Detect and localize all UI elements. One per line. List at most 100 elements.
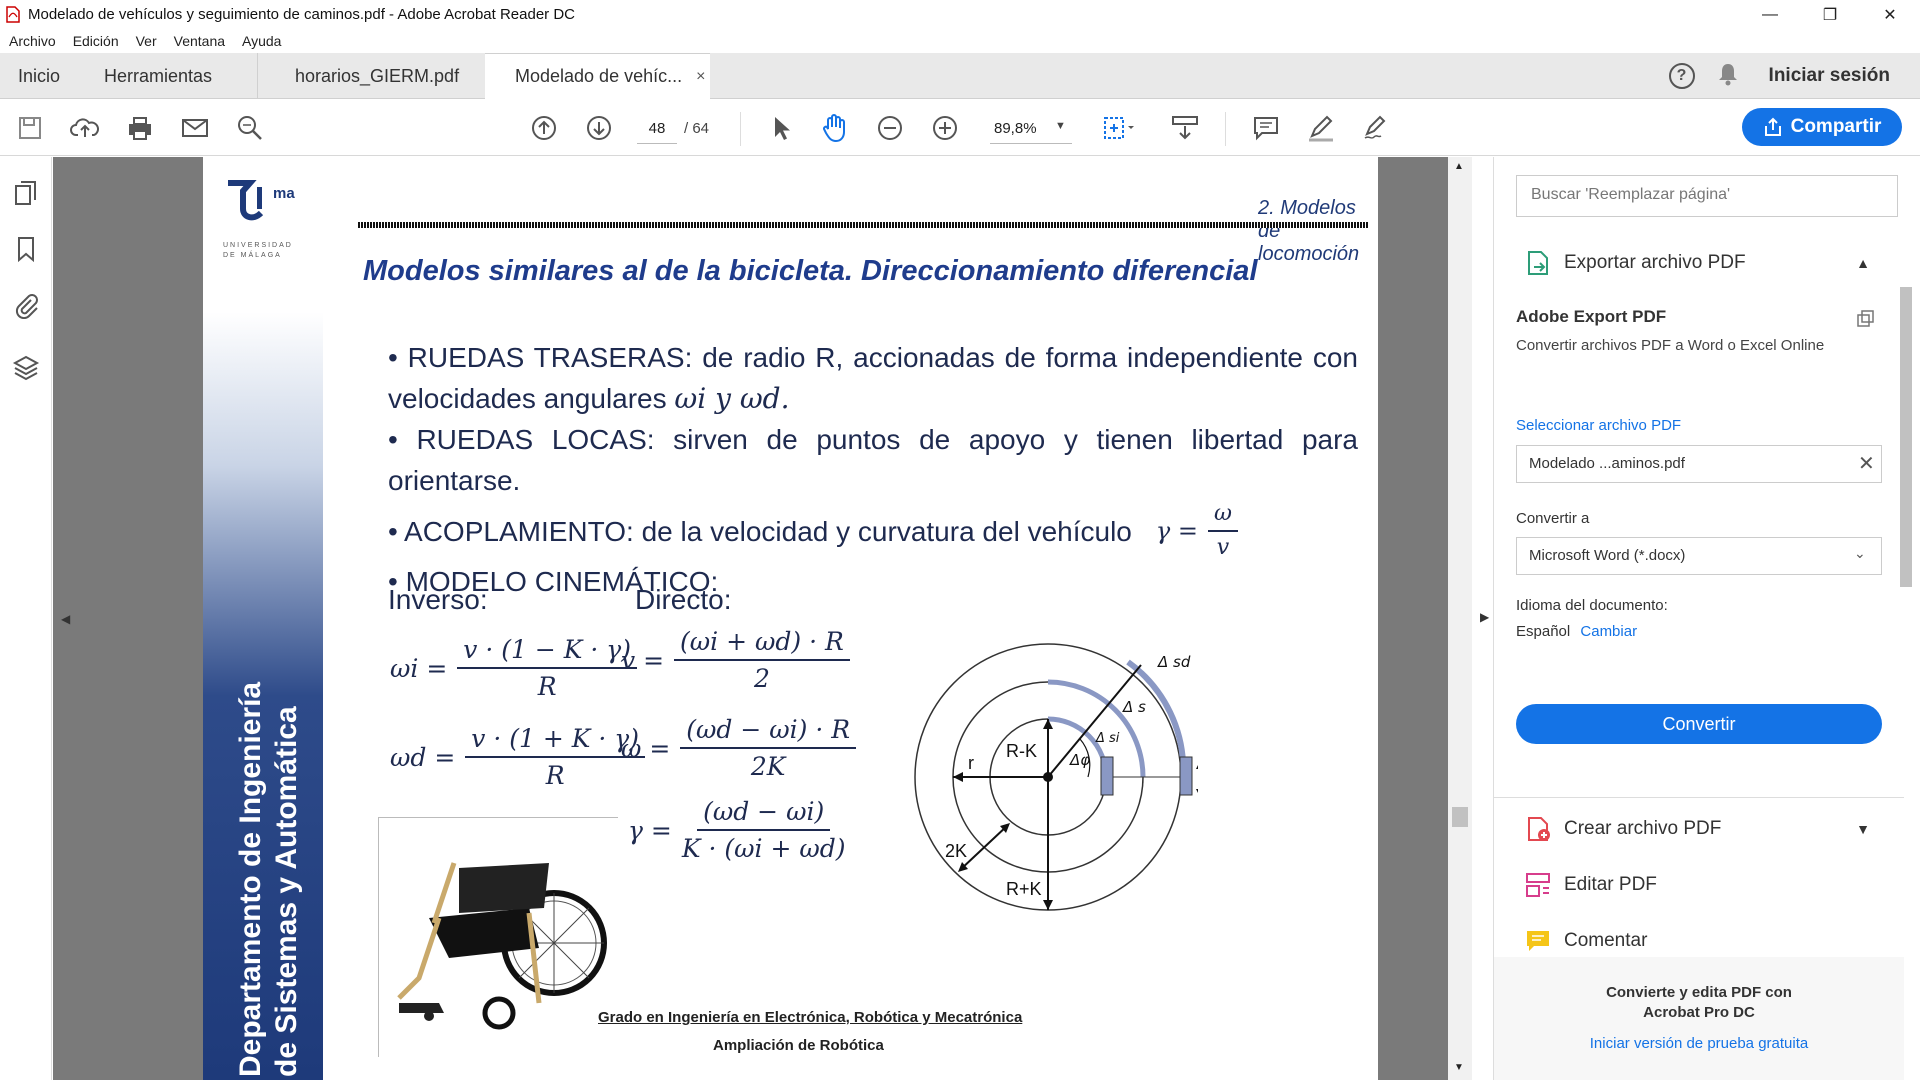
bullet-3-fraction: ω v (1207, 501, 1238, 561)
equation-omega-i: ωi = v · (1 − K · γ) R (390, 635, 637, 701)
previous-page-icon[interactable] (526, 110, 562, 146)
tab-modelado[interactable]: Modelado de vehíc... × (485, 53, 710, 99)
save-icon[interactable] (12, 110, 48, 146)
bullet-4: • MODELO CINEMÁTICO: (388, 566, 719, 597)
upload-cloud-icon[interactable] (67, 110, 103, 146)
menu-ver[interactable]: Ver (136, 33, 157, 49)
comment-icon[interactable] (1248, 110, 1284, 146)
print-icon[interactable] (122, 110, 158, 146)
bullet-1-math: ωi y ωd. (674, 382, 790, 415)
clear-file-icon[interactable]: ✕ (1858, 451, 1875, 476)
bullet-3: • ACOPLAMIENTO: de la velocidad y curvat… (388, 501, 1358, 561)
selected-file-value: Modelado ...aminos.pdf (1529, 455, 1685, 472)
collapse-left-pane-icon[interactable]: ◀ (61, 612, 70, 626)
equation-omega-d: ωd = v · (1 + K · γ) R (390, 724, 645, 790)
page-number-input[interactable]: 48 (637, 114, 677, 144)
collapse-export-chevron-icon[interactable]: ▲ (1856, 255, 1870, 271)
create-pdf-item[interactable]: Crear archivo PDF (1524, 815, 1721, 843)
label-r-minus-k: R-K (1006, 741, 1037, 761)
restore-button[interactable]: ❐ (1800, 0, 1860, 29)
label-delta-sd: Δ sd (1157, 653, 1191, 671)
close-tab-icon[interactable]: × (696, 68, 705, 86)
eq-wd-num: v · (1 + K · γ) (465, 724, 645, 758)
eq-wi-den: R (537, 672, 557, 701)
collapse-right-pane-icon[interactable]: ▶ (1480, 610, 1489, 624)
menu-ventana[interactable]: Ventana (174, 33, 225, 49)
format-dropdown-chevron-icon[interactable]: ⌄ (1854, 545, 1866, 562)
share-button[interactable]: Compartir (1742, 108, 1902, 146)
change-language-link[interactable]: Cambiar (1580, 623, 1637, 640)
bullet-3-numerator: ω (1207, 501, 1238, 532)
menu-bar: Archivo Edición Ver Ventana Ayuda (0, 29, 1920, 53)
create-pdf-label: Crear archivo PDF (1564, 818, 1722, 839)
select-cursor-icon[interactable] (763, 110, 799, 146)
menu-archivo[interactable]: Archivo (9, 33, 56, 49)
bookmarks-icon[interactable] (12, 235, 40, 263)
eq-v-lhs: v = (621, 645, 665, 675)
copy-icon[interactable] (1856, 309, 1876, 334)
scroll-mode-icon[interactable] (1167, 110, 1203, 146)
comment-item[interactable]: Comentar (1524, 927, 1647, 955)
comment-label: Comentar (1564, 930, 1648, 951)
menu-ayuda[interactable]: Ayuda (242, 33, 281, 49)
next-page-icon[interactable] (581, 110, 617, 146)
scroll-down-icon[interactable]: ▼ (1454, 1062, 1464, 1073)
page-thumbnails-icon[interactable] (12, 179, 40, 207)
select-file-link[interactable]: Seleccionar archivo PDF (1516, 417, 1681, 434)
expand-create-chevron-icon[interactable]: ▼ (1856, 821, 1870, 837)
tab-horarios-label: horarios_GIERM.pdf (295, 65, 460, 86)
left-navigation-rail (0, 157, 52, 1080)
wheelchair-image (378, 817, 618, 1057)
tab-herramientas[interactable]: Herramientas (104, 53, 212, 99)
adobe-export-heading: Adobe Export PDF (1516, 307, 1667, 326)
tab-inicio[interactable]: Inicio (18, 53, 60, 99)
promo-text: Convierte y edita PDF con Acrobat Pro DC (1606, 984, 1792, 1021)
tab-modelado-label: Modelado de vehíc... (515, 66, 683, 86)
department-name: Departamento de Ingeniería de Sistemas y… (233, 657, 305, 1077)
eq-wd-lhs: ωd = (390, 742, 456, 772)
label-r-plus-k: R+K (1006, 879, 1042, 899)
layers-icon[interactable] (12, 353, 40, 381)
hand-tool-icon[interactable] (817, 110, 853, 146)
minimize-button[interactable]: — (1740, 0, 1800, 29)
menu-edicion[interactable]: Edición (73, 33, 119, 49)
convert-button[interactable]: Convertir (1516, 704, 1882, 744)
tab-horarios[interactable]: horarios_GIERM.pdf (295, 53, 459, 99)
scroll-up-icon[interactable]: ▲ (1454, 161, 1464, 172)
tools-pane: Buscar 'Reemplazar página' Exportar arch… (1493, 157, 1920, 1080)
document-scrollbar[interactable]: ▲ ▼ (1448, 157, 1472, 1080)
eq-w-den: 2K (750, 752, 786, 781)
help-icon[interactable]: ? (1668, 63, 1695, 89)
equation-gamma: γ = (ωd − ωi) K · (ωi + ωd) (628, 797, 845, 863)
sign-in-link[interactable]: Iniciar sesión (1769, 65, 1890, 87)
zoom-in-icon[interactable] (927, 110, 963, 146)
free-trial-link[interactable]: Iniciar versión de prueba gratuita (1494, 1035, 1904, 1052)
eq-wd-den: R (545, 761, 565, 790)
eq-v-den: 2 (753, 664, 770, 693)
format-select[interactable]: Microsoft Word (*.docx) (1516, 537, 1882, 575)
bullet-1: • RUEDAS TRASERAS: de radio R, accionada… (388, 337, 1358, 419)
close-window-button[interactable]: ✕ (1860, 0, 1920, 29)
attachments-icon[interactable] (12, 291, 40, 320)
document-viewport[interactable]: ◀ ma UNIVERSIDAD DE MÁLAGA Departamento … (53, 157, 1457, 1080)
tools-pane-scrollbar[interactable] (1897, 257, 1915, 827)
sign-icon[interactable] (1358, 110, 1394, 146)
search-icon[interactable] (232, 110, 268, 146)
page-fit-icon[interactable] (1100, 110, 1136, 146)
direct-label: Directo: (635, 584, 732, 615)
pdf-page: ma UNIVERSIDAD DE MÁLAGA Departamento de… (203, 157, 1378, 1080)
zoom-out-icon[interactable] (872, 110, 908, 146)
selected-file-field[interactable]: Modelado ...aminos.pdf (1516, 445, 1882, 483)
bullet-2: • RUEDAS LOCAS: sirven de puntos de apoy… (388, 424, 1358, 496)
email-icon[interactable] (177, 110, 213, 146)
share-icon (1764, 117, 1781, 136)
notifications-bell-icon[interactable] (1717, 62, 1739, 91)
edit-pdf-item[interactable]: Editar PDF (1524, 871, 1657, 899)
tools-search-input[interactable]: Buscar 'Reemplazar página' (1516, 175, 1898, 217)
zoom-dropdown-chevron-icon[interactable]: ▼ (1055, 120, 1066, 132)
scroll-thumb[interactable] (1452, 807, 1468, 827)
export-description: Convertir archivos PDF a Word o Excel On… (1516, 337, 1825, 354)
highlight-pen-icon[interactable] (1303, 110, 1339, 146)
export-pdf-header[interactable]: Exportar archivo PDF (1524, 249, 1746, 277)
logo-subtitle-2: DE MÁLAGA (223, 252, 282, 259)
